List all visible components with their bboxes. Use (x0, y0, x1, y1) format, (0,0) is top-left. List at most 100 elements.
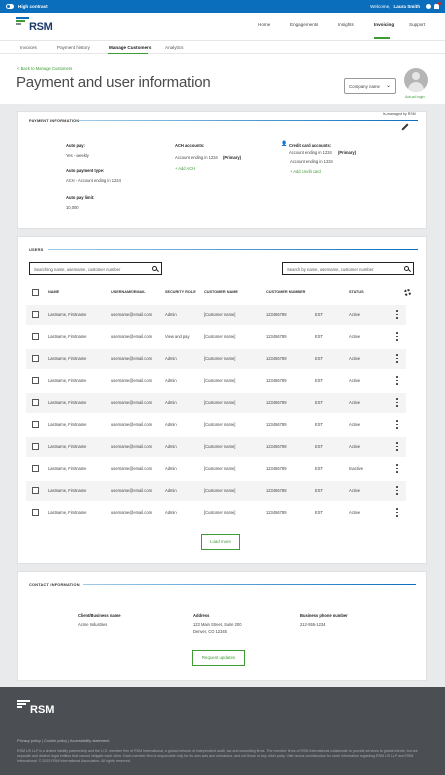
col-username[interactable]: USERNAME/EMAIL (111, 290, 146, 294)
cc-account-2: Account ending in 1234 (290, 159, 333, 164)
rsm-logo[interactable]: RSM (16, 16, 58, 36)
phone-label: Business phone number (300, 613, 348, 618)
ach-primary-tag: (Primary) (223, 155, 241, 160)
row-number: 123456789 (266, 400, 287, 405)
subnav-payment-history[interactable]: Payment history (57, 45, 90, 50)
address-line-2: Denver, CO 12345 (193, 629, 227, 634)
request-updates-button[interactable]: Request updates (192, 650, 245, 666)
more-actions-icon[interactable] (396, 354, 398, 363)
row-status: Active (349, 488, 361, 493)
table-row[interactable]: Lastname, Firstname username@email.com A… (26, 437, 406, 457)
more-actions-icon[interactable] (396, 420, 398, 429)
row-number: 123456789 (266, 466, 287, 471)
notification-dot-icon (438, 2, 441, 5)
table-row[interactable]: Lastname, Firstname username@email.com A… (26, 393, 406, 413)
row-checkbox[interactable] (32, 443, 39, 450)
more-actions-icon[interactable] (396, 332, 398, 341)
row-checkbox[interactable] (32, 421, 39, 428)
row-status: Active (349, 444, 361, 449)
nav-support[interactable]: Support (409, 22, 425, 27)
col-customer-name[interactable]: CUSTOMER NAME (204, 290, 238, 294)
payment-info-card: PAYMENT INFORMATION Is-managed by RSM Au… (17, 111, 427, 229)
table-row[interactable]: Lastname, Firstname username@email.com A… (26, 415, 406, 435)
row-email: username@email.com (111, 378, 153, 383)
row-checkbox[interactable] (32, 311, 39, 318)
user-icon[interactable] (426, 4, 431, 9)
nav-engagements[interactable]: Engagements (290, 22, 318, 27)
more-actions-icon[interactable] (396, 486, 398, 495)
more-actions-icon[interactable] (396, 310, 398, 319)
table-row[interactable]: Lastname, Firstname username@email.com A… (26, 305, 406, 325)
row-checkbox[interactable] (32, 399, 39, 406)
more-actions-icon[interactable] (396, 464, 398, 473)
subnav-manage-customers[interactable]: Manage Customers (109, 45, 151, 50)
row-timezone: EST (315, 488, 323, 493)
select-all-checkbox[interactable] (32, 289, 39, 296)
row-role: Admin (165, 356, 177, 361)
row-name: Lastname, Firstname (48, 466, 87, 471)
row-checkbox[interactable] (32, 487, 39, 494)
phone-value: 212-555-1234 (300, 622, 326, 627)
table-row[interactable]: Lastname, Firstname username@email.com A… (26, 459, 406, 479)
table-row[interactable]: Lastname, Firstname username@email.com A… (26, 481, 406, 501)
add-ach-link[interactable]: + Add ACH (175, 166, 195, 171)
notification-bell-icon[interactable] (434, 2, 441, 9)
table-row[interactable]: Lastname, Firstname username@email.com V… (26, 327, 406, 347)
gear-icon[interactable] (404, 289, 411, 296)
load-more-button[interactable]: Load more (201, 534, 240, 550)
row-checkbox[interactable] (32, 509, 39, 516)
more-actions-icon[interactable] (396, 508, 398, 517)
row-role: Admin (165, 466, 177, 471)
col-customer-number[interactable]: CUSTOMER NUMBER (266, 290, 305, 294)
col-status[interactable]: STATUS (349, 290, 364, 294)
cc-account-1: Account ending in 1234 (289, 150, 332, 155)
edit-pencil-icon[interactable] (401, 124, 407, 130)
more-actions-icon[interactable] (396, 442, 398, 451)
auto-pay-value: Yes - weekly (66, 153, 89, 158)
table-row[interactable]: Lastname, Firstname username@email.com A… (26, 371, 406, 391)
avatar[interactable] (404, 68, 428, 92)
subnav-invoices[interactable]: Invoices (20, 45, 37, 50)
more-actions-icon[interactable] (396, 398, 398, 407)
auto-pay-limit-label: Auto pay limit: (66, 195, 95, 200)
high-contrast-toggle[interactable] (6, 4, 14, 9)
subnav-analytics[interactable]: Analytics (165, 45, 183, 50)
col-name[interactable]: NAME (48, 290, 59, 294)
back-link[interactable]: < Back to Manage Customers (17, 66, 72, 71)
auto-pay-label: Auto pay: (66, 143, 85, 148)
row-name: Lastname, Firstname (48, 334, 87, 339)
row-email: username@email.com (111, 312, 153, 317)
ach-account: Account ending in 1234 (175, 155, 218, 160)
footer-logo[interactable]: RSM (17, 699, 59, 719)
avatar-body (408, 82, 424, 92)
nav-home[interactable]: Home (258, 22, 270, 27)
users-table: NAME USERNAME/EMAIL SECURITY ROLE CUSTOM… (18, 270, 428, 530)
footer-links[interactable]: Privacy policy | Cookie policy | Accessi… (17, 738, 109, 743)
user-name[interactable]: Laura Smith (393, 4, 420, 9)
row-role: Admin (165, 510, 177, 515)
more-actions-icon[interactable] (396, 376, 398, 385)
row-number: 123456798 (266, 312, 287, 317)
row-role: Admin (165, 422, 177, 427)
row-name: Lastname, Firstname (48, 510, 87, 515)
col-role[interactable]: SECURITY ROLE (165, 290, 196, 294)
add-credit-card-link[interactable]: + Add credit card (290, 169, 321, 174)
logo-bar (17, 706, 22, 708)
row-checkbox[interactable] (32, 355, 39, 362)
row-timezone: EST (315, 312, 323, 317)
row-checkbox[interactable] (32, 465, 39, 472)
nav-insights[interactable]: Insights (338, 22, 354, 27)
company-select[interactable]: Company name ⌄ (344, 78, 396, 94)
table-row[interactable]: Lastname, Firstname username@email.com A… (26, 349, 406, 369)
main-nav: Home Engagements Insights Invoicing Supp… (246, 13, 445, 40)
row-checkbox[interactable] (32, 333, 39, 340)
nav-invoicing[interactable]: Invoicing (374, 22, 394, 27)
row-checkbox[interactable] (32, 377, 39, 384)
row-role: Admin (165, 488, 177, 493)
credit-card-accounts-label: Credit card accounts: (289, 143, 332, 148)
row-email: username@email.com (111, 510, 153, 515)
row-number: 123456789 (266, 422, 287, 427)
table-row[interactable]: Lastname, Firstname username@email.com A… (26, 503, 406, 523)
avatar-link[interactable]: Actual login (405, 95, 425, 99)
row-role: Admin (165, 378, 177, 383)
